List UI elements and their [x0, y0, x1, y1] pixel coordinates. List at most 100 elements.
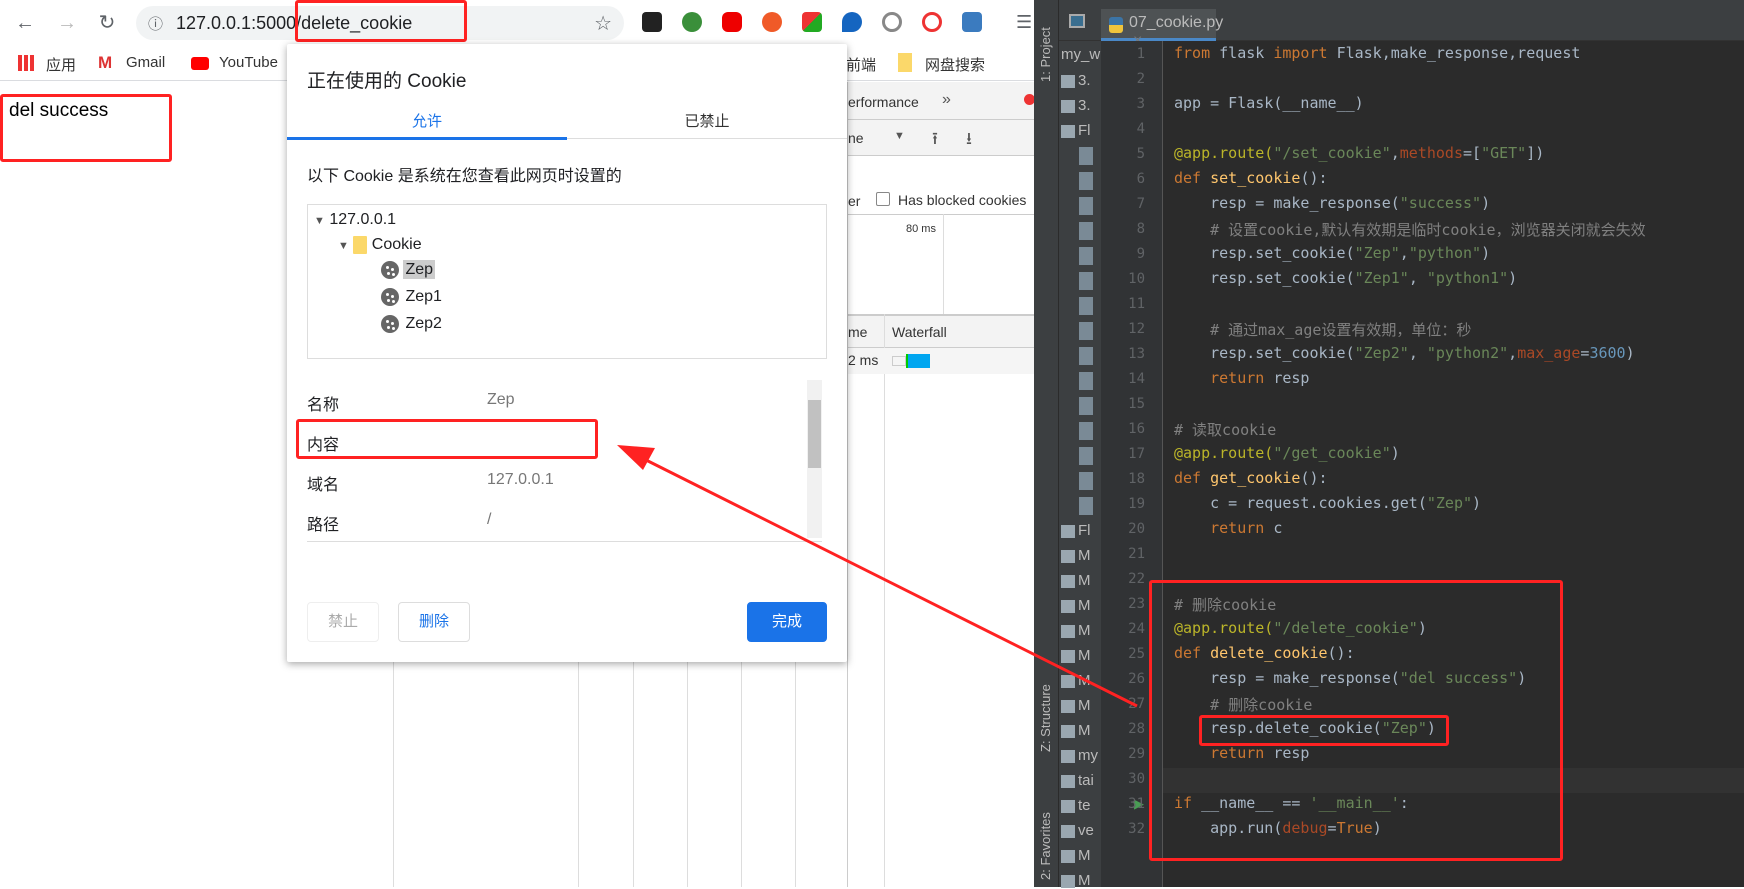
tab-blocked[interactable]: 已禁止: [567, 110, 847, 140]
extension-icon[interactable]: [922, 12, 942, 32]
extension-icon[interactable]: [882, 12, 902, 32]
project-item[interactable]: [1061, 497, 1096, 516]
scrollbar-thumb[interactable]: [808, 400, 821, 468]
code-line[interactable]: # 设置cookie,默认有效期是临时cookie，浏览器关闭就会失效: [1174, 219, 1645, 240]
detail-value: 127.0.0.1: [487, 471, 554, 488]
project-item[interactable]: tai: [1061, 772, 1094, 789]
column-time[interactable]: me: [848, 324, 867, 340]
info-icon[interactable]: ⓘ: [148, 13, 163, 34]
extension-icon[interactable]: [842, 12, 862, 32]
bookmark-apps[interactable]: 应用: [46, 54, 76, 75]
project-item[interactable]: [1061, 197, 1096, 216]
project-item[interactable]: [1061, 222, 1096, 241]
project-item[interactable]: M: [1061, 597, 1091, 614]
project-item[interactable]: M: [1061, 847, 1091, 864]
back-button[interactable]: ←: [12, 10, 38, 36]
project-item[interactable]: M: [1061, 872, 1091, 889]
code-line[interactable]: @app.route("/set_cookie",methods=["GET"]…: [1174, 144, 1544, 162]
tree-node-cookie[interactable]: Zep1: [381, 288, 444, 306]
project-view-icon[interactable]: [1069, 14, 1085, 28]
bookmark-gmail[interactable]: Gmail: [126, 54, 165, 71]
forward-button[interactable]: →: [54, 10, 80, 36]
upload-icon[interactable]: ⭱: [932, 126, 938, 155]
block-button[interactable]: 禁止: [307, 602, 379, 642]
more-tabs-button[interactable]: »: [942, 91, 951, 109]
extension-icon[interactable]: [642, 12, 662, 32]
code-line[interactable]: resp.set_cookie("Zep","python"): [1174, 244, 1490, 262]
project-item[interactable]: [1061, 322, 1096, 341]
project-item[interactable]: M: [1061, 572, 1091, 589]
code-line[interactable]: # 通过max_age设置有效期，单位：秒: [1174, 319, 1471, 340]
project-item[interactable]: M: [1061, 722, 1091, 739]
code-line[interactable]: resp.set_cookie("Zep2", "python2",max_ag…: [1174, 344, 1634, 362]
reload-button[interactable]: ↻: [94, 10, 120, 36]
star-icon[interactable]: ☆: [594, 11, 612, 36]
project-item[interactable]: [1061, 422, 1096, 441]
project-item[interactable]: M: [1061, 547, 1091, 564]
project-item[interactable]: my: [1061, 747, 1098, 764]
line-number: 26: [1128, 671, 1145, 687]
done-button[interactable]: 完成: [747, 602, 827, 642]
project-item[interactable]: ve: [1061, 822, 1094, 839]
project-item[interactable]: M: [1061, 647, 1091, 664]
favorites-tool-tab[interactable]: 2: Favorites: [1038, 812, 1053, 880]
project-item[interactable]: Fl: [1061, 122, 1091, 139]
code-line[interactable]: # 读取cookie: [1174, 419, 1276, 440]
code-line[interactable]: @app.route("/get_cookie"): [1174, 444, 1400, 462]
project-item[interactable]: M: [1061, 622, 1091, 639]
project-item[interactable]: [1061, 347, 1096, 366]
project-item[interactable]: te: [1061, 797, 1091, 814]
project-item[interactable]: [1061, 472, 1096, 491]
project-item[interactable]: 3.: [1061, 72, 1091, 89]
extension-icon[interactable]: [682, 12, 702, 32]
throttle-select[interactable]: ne: [848, 130, 864, 146]
tree-node-cookie[interactable]: Zep2: [381, 315, 444, 333]
project-item[interactable]: [1061, 147, 1096, 166]
active-tab-indicator: [287, 137, 567, 140]
editor-tab-bar: 07_cookie.py ×: [1059, 0, 1744, 49]
project-item[interactable]: [1061, 272, 1096, 291]
code-line[interactable]: def get_cookie():: [1174, 469, 1328, 487]
project-item[interactable]: [1061, 172, 1096, 191]
code-line[interactable]: c = request.cookies.get("Zep"): [1174, 494, 1481, 512]
code-line[interactable]: resp.set_cookie("Zep1", "python1"): [1174, 269, 1517, 287]
extension-icon[interactable]: [962, 12, 982, 32]
project-item[interactable]: [1061, 397, 1096, 416]
project-item[interactable]: 3.: [1061, 97, 1091, 114]
project-item-label: tai: [1078, 772, 1094, 789]
editor-tab[interactable]: 07_cookie.py ×: [1101, 9, 1223, 49]
project-item[interactable]: [1061, 447, 1096, 466]
code-line[interactable]: return resp: [1174, 369, 1309, 387]
bookmark-youtube[interactable]: YouTube: [219, 54, 278, 71]
remove-button[interactable]: 删除: [398, 602, 470, 642]
column-waterfall[interactable]: Waterfall: [892, 324, 947, 340]
extension-icon[interactable]: [762, 12, 782, 32]
project-item[interactable]: Fl: [1061, 522, 1091, 539]
tree-node-cookie[interactable]: Zep: [381, 260, 436, 280]
bookmark-pan-search[interactable]: 网盘搜索: [925, 54, 985, 75]
tree-node-host[interactable]: ▼ 127.0.0.1: [314, 211, 396, 229]
blocked-cookies-checkbox[interactable]: [876, 192, 890, 206]
project-item[interactable]: [1061, 372, 1096, 391]
adblock-icon[interactable]: [722, 12, 742, 32]
menu-icon[interactable]: ☰: [1016, 12, 1032, 33]
project-item[interactable]: M: [1061, 697, 1091, 714]
bookmark-frontend[interactable]: 前端: [846, 54, 876, 75]
details-scrollbar[interactable]: [807, 380, 822, 538]
project-tool-tab[interactable]: 1: Project: [1038, 27, 1053, 82]
tree-node-folder[interactable]: ▼ Cookie: [338, 236, 422, 254]
download-icon[interactable]: ⭳: [966, 126, 972, 155]
code-line[interactable]: def set_cookie():: [1174, 169, 1328, 187]
code-line[interactable]: app = Flask(__name__): [1174, 94, 1364, 112]
project-item[interactable]: [1061, 247, 1096, 266]
code-line[interactable]: resp = make_response("success"): [1174, 194, 1490, 212]
project-item[interactable]: M: [1061, 672, 1091, 689]
project-item[interactable]: [1061, 297, 1096, 316]
project-item[interactable]: my_w: [1061, 46, 1100, 63]
tab-allowed[interactable]: 允许: [287, 110, 567, 140]
code-line[interactable]: return c: [1174, 519, 1282, 537]
extension-icon[interactable]: [802, 12, 822, 32]
structure-tool-tab[interactable]: Z: Structure: [1038, 684, 1053, 752]
tab-performance[interactable]: erformance: [848, 94, 919, 110]
code-line[interactable]: from flask import Flask,make_response,re…: [1174, 44, 1580, 62]
